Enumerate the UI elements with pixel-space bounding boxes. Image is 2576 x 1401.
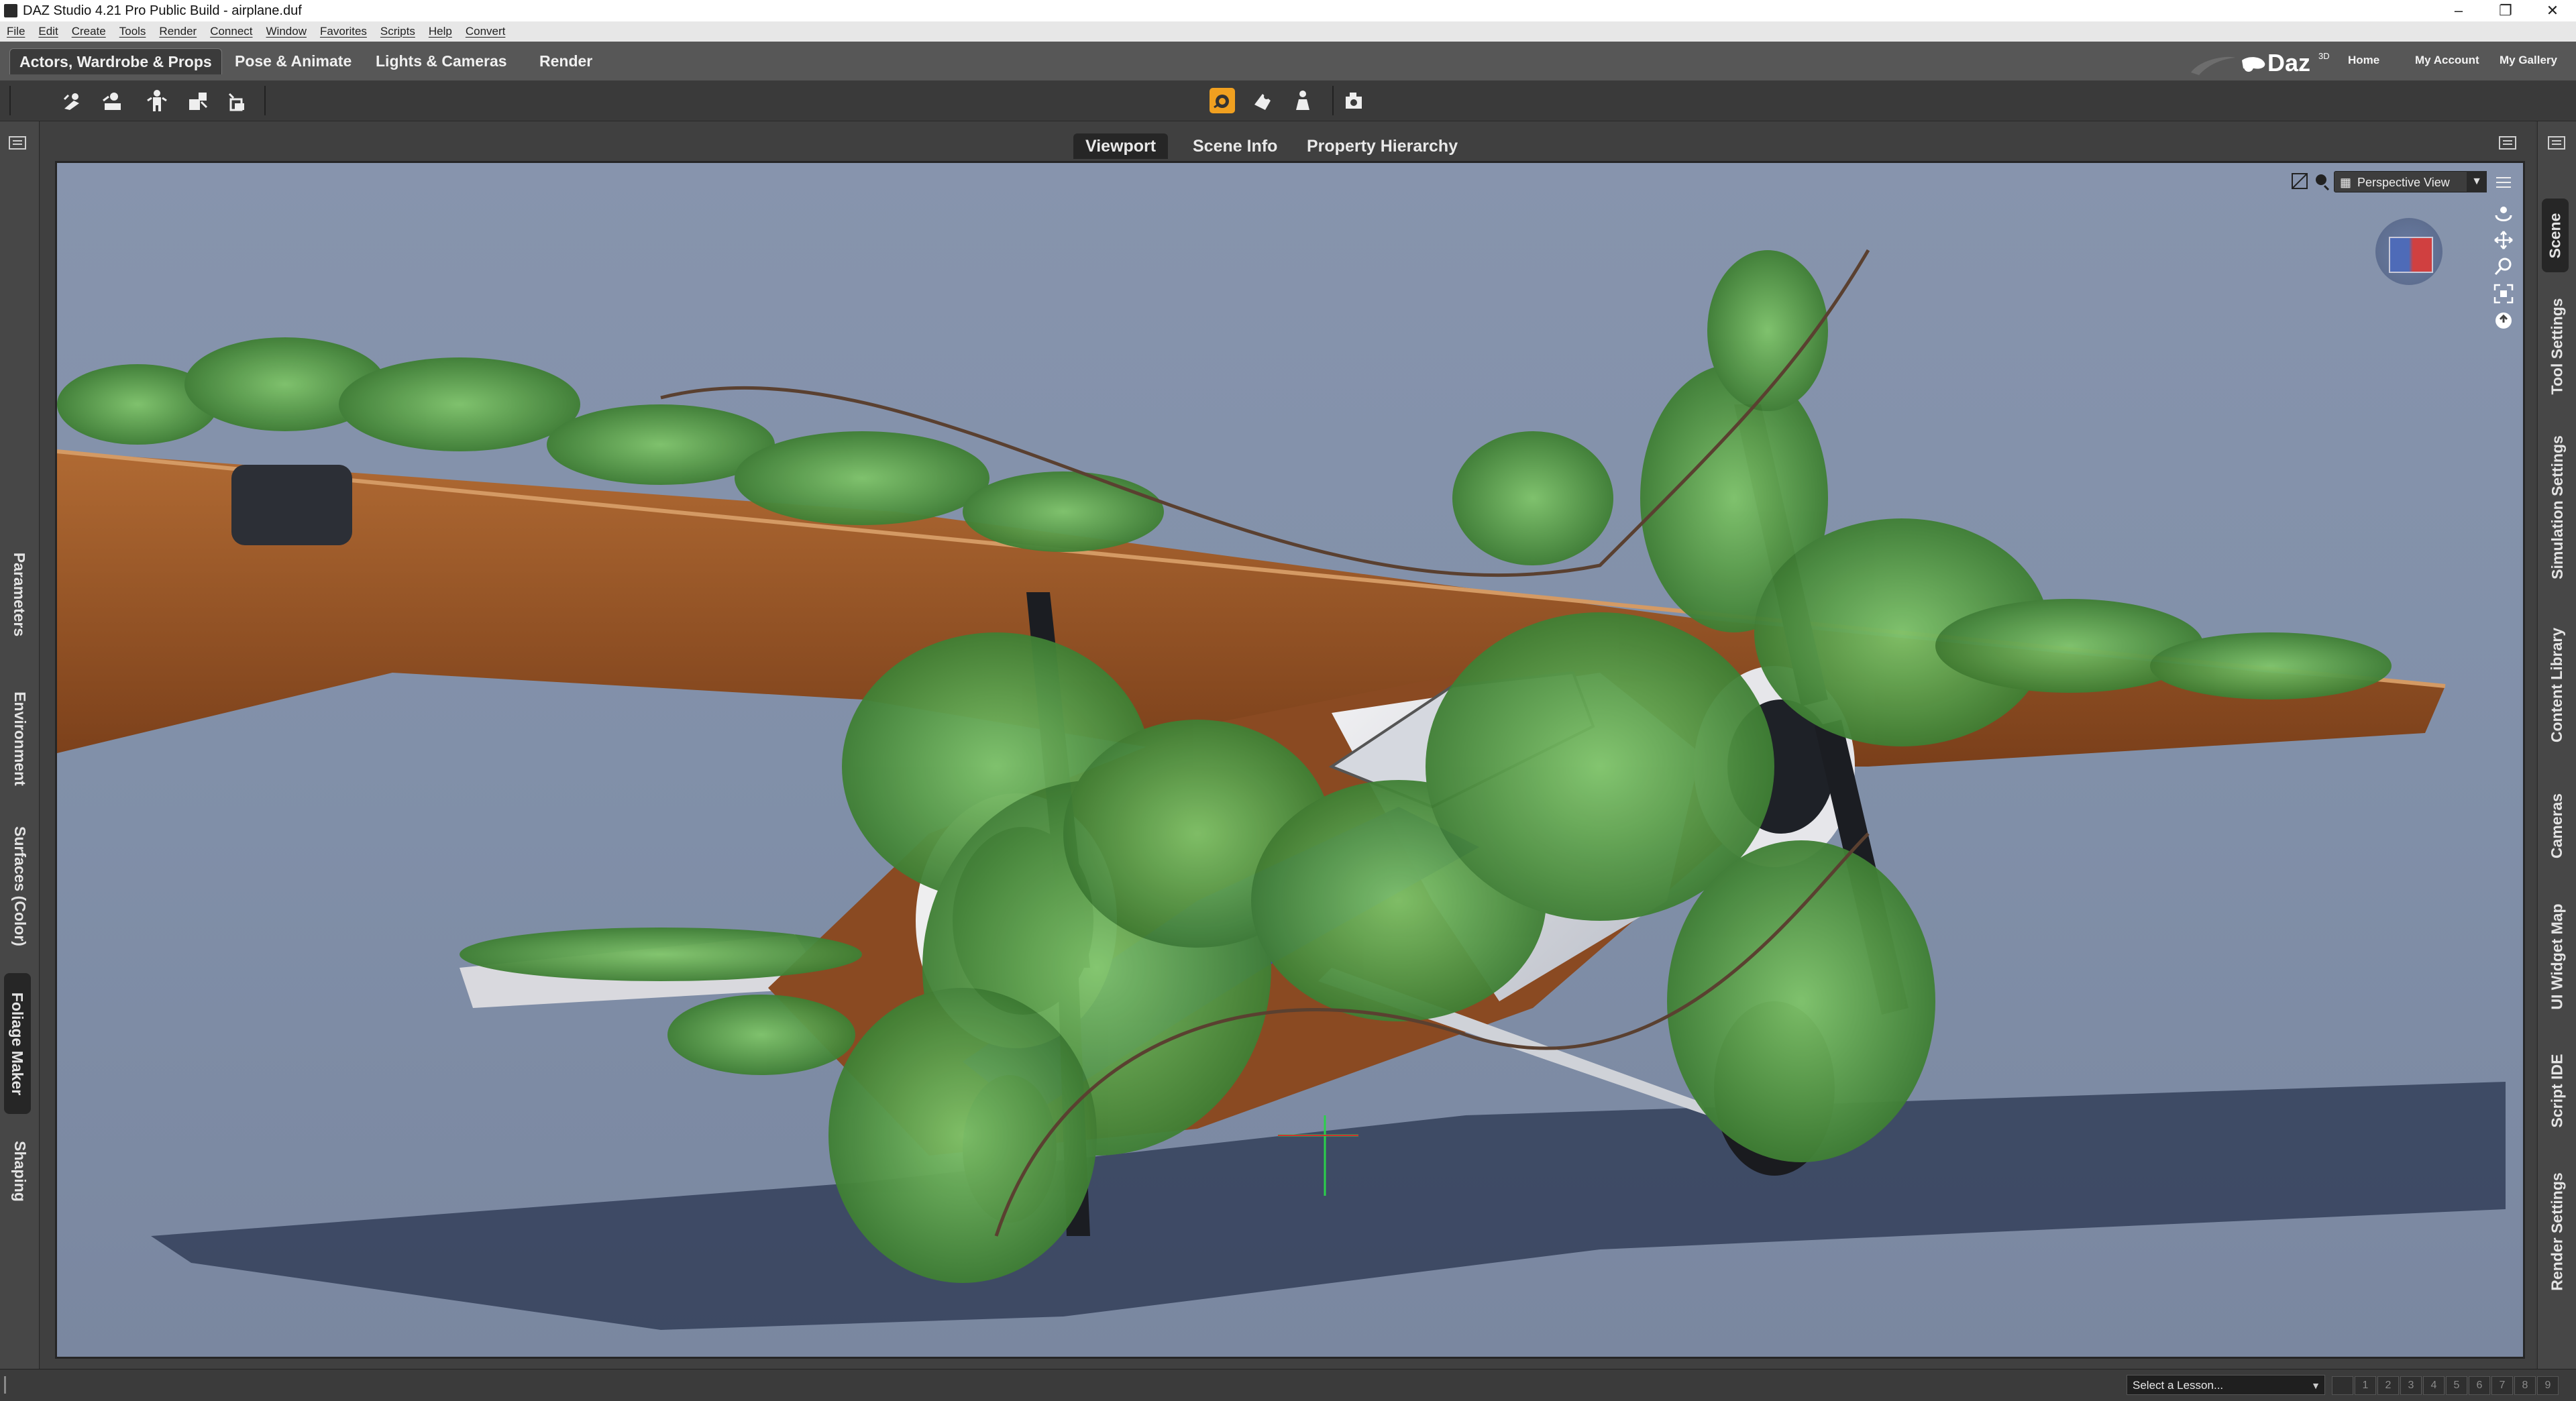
lesson-step-prev[interactable] xyxy=(2332,1376,2353,1395)
lesson-step[interactable]: 1 xyxy=(2355,1376,2376,1395)
tab-viewport[interactable]: Viewport xyxy=(1073,133,1169,159)
chevron-down-icon[interactable]: ▼ xyxy=(2467,171,2487,192)
airplane-shadow xyxy=(151,1082,2506,1330)
menu-connect[interactable]: Connect xyxy=(203,21,259,38)
camera-settings-icon[interactable] xyxy=(2311,171,2331,191)
daz-logo: Daz 3D xyxy=(2191,49,2330,76)
camera-view-select[interactable]: Perspective View ▦ xyxy=(2334,171,2487,192)
frame-selection-icon[interactable] xyxy=(2492,282,2515,305)
daz-brand-suffix: 3D xyxy=(2318,51,2330,61)
chevron-down-icon: ▼ xyxy=(2311,1380,2320,1391)
tab-foliage-maker[interactable]: Foliage Maker xyxy=(4,973,31,1114)
tab-simulation-settings[interactable]: Simulation Settings xyxy=(2538,420,2576,594)
home-link[interactable]: Home xyxy=(2348,54,2379,67)
pane-options-icon[interactable] xyxy=(8,135,27,151)
tab-scene-info[interactable]: Scene Info xyxy=(1181,133,1289,159)
orbit-camera-icon[interactable] xyxy=(2492,202,2515,225)
my-account-link[interactable]: My Account xyxy=(2415,54,2479,67)
room-tab-bar: Actors, Wardrobe & Props Pose & Animate … xyxy=(0,42,2576,80)
camera-view-label: Perspective View xyxy=(2357,176,2450,189)
universal-tool-icon[interactable] xyxy=(144,87,170,114)
room-tab-lights-cameras[interactable]: Lights & Cameras xyxy=(366,48,517,74)
node-selection-icon[interactable] xyxy=(59,87,86,114)
menu-scripts[interactable]: Scripts xyxy=(374,21,422,38)
left-engine xyxy=(231,465,352,545)
lesson-step[interactable]: 9 xyxy=(2537,1376,2559,1395)
zoom-camera-icon[interactable] xyxy=(2492,256,2515,278)
lesson-step[interactable]: 8 xyxy=(2514,1376,2536,1395)
reset-camera-icon[interactable] xyxy=(2492,309,2515,332)
tab-parameters[interactable]: Parameters xyxy=(0,524,39,665)
tab-scene[interactable]: Scene xyxy=(2542,199,2569,272)
tab-render-settings[interactable]: Render Settings xyxy=(2538,1158,2576,1305)
scene-render xyxy=(57,249,2506,1330)
toolbar-separator xyxy=(1332,86,1334,115)
pane-options-icon[interactable] xyxy=(2547,135,2566,151)
left-pane-tabs: Parameters Environment Surfaces (Color) … xyxy=(0,121,40,1369)
menu-window[interactable]: Window xyxy=(260,21,313,38)
3d-viewport[interactable]: Perspective View ▦ ▼ xyxy=(55,161,2525,1359)
iray-render-icon[interactable] xyxy=(1209,87,1236,114)
view-cube-face[interactable] xyxy=(2389,237,2433,273)
lesson-select-label: Select a Lesson... xyxy=(2133,1379,2224,1392)
toolbar-separator xyxy=(264,86,266,115)
room-tab-pose-animate[interactable]: Pose & Animate xyxy=(225,48,361,74)
active-pose-icon[interactable] xyxy=(184,87,211,114)
tab-cameras[interactable]: Cameras xyxy=(2538,775,2576,876)
lesson-step[interactable]: 7 xyxy=(2491,1376,2513,1395)
lesson-select[interactable]: Select a Lesson... ▼ xyxy=(2127,1375,2325,1395)
lesson-step[interactable]: 2 xyxy=(2377,1376,2399,1395)
menu-help[interactable]: Help xyxy=(422,21,459,38)
status-grip xyxy=(4,1376,6,1394)
menu-favorites[interactable]: Favorites xyxy=(313,21,374,38)
viewport-tab-strip: Viewport Scene Info Property Hierarchy xyxy=(40,128,2536,160)
tab-surfaces-color[interactable]: Surfaces (Color) xyxy=(0,812,39,960)
toolbar-separator xyxy=(9,86,11,115)
pan-camera-icon[interactable] xyxy=(2492,229,2515,251)
tab-environment[interactable]: Environment xyxy=(0,671,39,805)
menu-bar: File Edit Create Tools Render Connect Window Fa… xyxy=(0,21,2576,42)
tab-property-hierarchy[interactable]: Property Hierarchy xyxy=(1295,133,1470,159)
tab-content-library[interactable]: Content Library xyxy=(2538,608,2576,762)
lesson-step[interactable]: 3 xyxy=(2400,1376,2422,1395)
right-pane-tabs: Scene Tool Settings Simulation Settings … xyxy=(2537,121,2576,1369)
spot-render-icon[interactable] xyxy=(1340,87,1367,114)
menu-render[interactable]: Render xyxy=(152,21,203,38)
lesson-step[interactable]: 6 xyxy=(2469,1376,2490,1395)
minimize-button[interactable]: – xyxy=(2435,0,2482,21)
grid-icon: ▦ xyxy=(2340,176,2352,189)
viewport-options-icon[interactable] xyxy=(2492,171,2515,194)
close-button[interactable]: ✕ xyxy=(2529,0,2576,21)
tab-shaping[interactable]: Shaping xyxy=(0,1127,39,1215)
viewport-pane-options-icon[interactable] xyxy=(2498,135,2517,151)
title-bar: DAZ Studio 4.21 Pro Public Build - airpl… xyxy=(0,0,2576,21)
menu-create[interactable]: Create xyxy=(65,21,113,38)
room-tab-actors-wardrobe-props[interactable]: Actors, Wardrobe & Props xyxy=(9,48,222,74)
window-title: DAZ Studio 4.21 Pro Public Build - airpl… xyxy=(23,3,302,18)
menu-convert[interactable]: Convert xyxy=(459,21,513,38)
view-cube[interactable] xyxy=(2375,218,2443,285)
tab-tool-settings[interactable]: Tool Settings xyxy=(2538,286,2576,406)
status-bar: Select a Lesson... ▼ 1 2 3 4 5 6 7 8 9 xyxy=(0,1369,2576,1401)
surface-selection-icon[interactable] xyxy=(99,87,126,114)
tab-script-ide[interactable]: Script IDE xyxy=(2538,1037,2576,1144)
lesson-step[interactable]: 4 xyxy=(2423,1376,2445,1395)
restore-button[interactable]: ❐ xyxy=(2482,0,2529,21)
geometry-editor-icon[interactable] xyxy=(224,87,251,114)
main-toolbar xyxy=(0,80,2576,121)
menu-edit[interactable]: Edit xyxy=(32,21,64,38)
draw-style-icon[interactable] xyxy=(2290,171,2310,191)
app-icon xyxy=(4,4,17,17)
figure-render-icon[interactable] xyxy=(1289,87,1316,114)
menu-file[interactable]: File xyxy=(0,21,32,38)
menu-tools[interactable]: Tools xyxy=(113,21,153,38)
tab-ui-widget-map[interactable]: UI Widget Map xyxy=(2538,889,2576,1023)
room-tab-render[interactable]: Render xyxy=(530,48,602,74)
my-gallery-link[interactable]: My Gallery xyxy=(2500,54,2557,67)
render-scene-icon[interactable] xyxy=(1249,87,1276,114)
lesson-step[interactable]: 5 xyxy=(2446,1376,2467,1395)
daz-brand-text: Daz xyxy=(2267,49,2310,76)
